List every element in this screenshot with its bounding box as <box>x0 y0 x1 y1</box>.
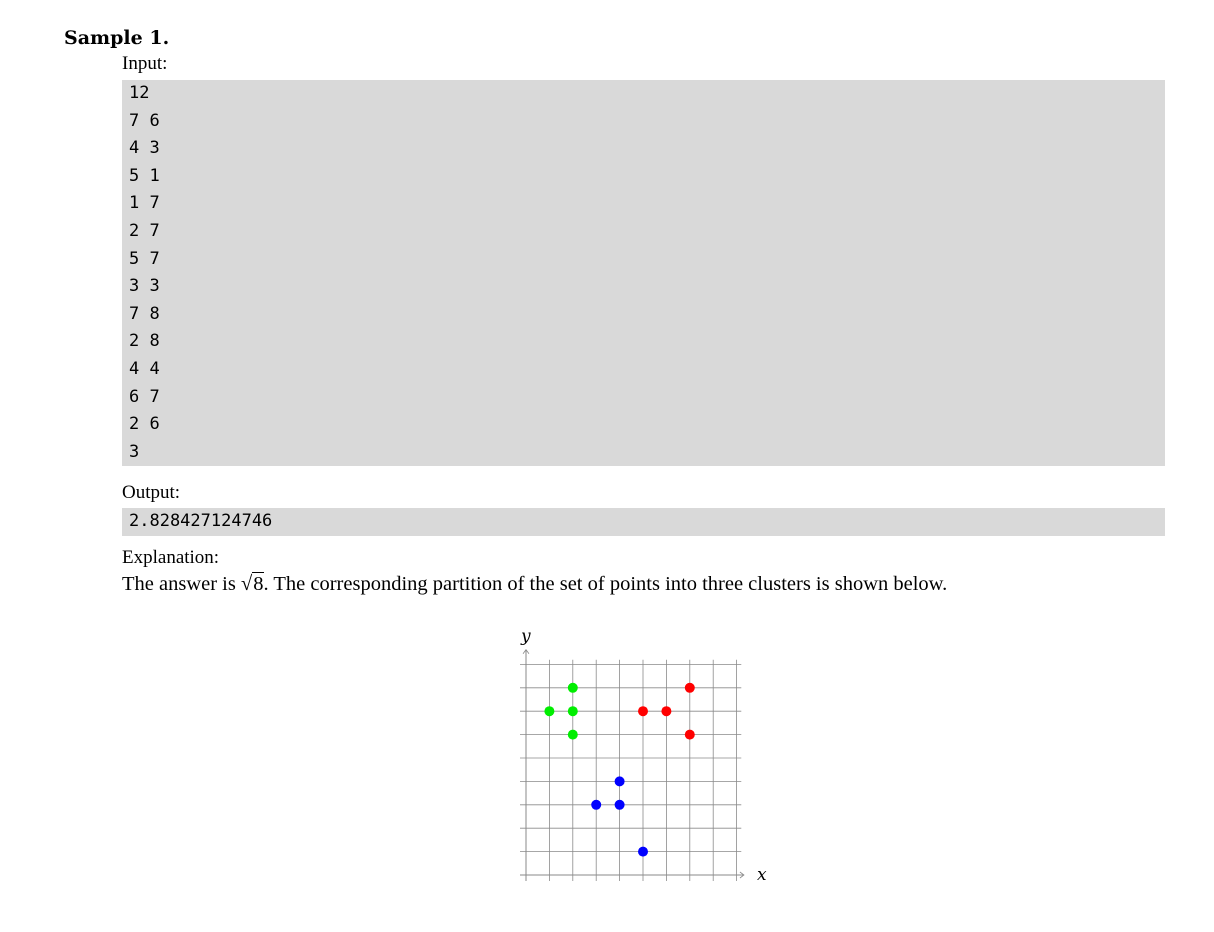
cluster-1-point <box>567 682 578 693</box>
cluster-2-point <box>661 706 672 717</box>
cluster-2-point <box>684 682 695 693</box>
cluster-2-point <box>638 706 648 717</box>
cluster-1-point <box>544 706 555 717</box>
cluster-3-point <box>614 776 625 787</box>
cluster-2-point <box>684 729 695 740</box>
x-axis-label: x <box>757 865 767 885</box>
cluster-1-point <box>567 729 578 740</box>
cluster-3-point <box>638 846 648 857</box>
cluster-scatter-plot: xy <box>520 627 767 885</box>
cluster-3-point <box>591 799 602 810</box>
cluster-1-point <box>567 706 578 717</box>
cluster-3-point <box>614 799 625 810</box>
y-axis-label: y <box>520 627 531 647</box>
